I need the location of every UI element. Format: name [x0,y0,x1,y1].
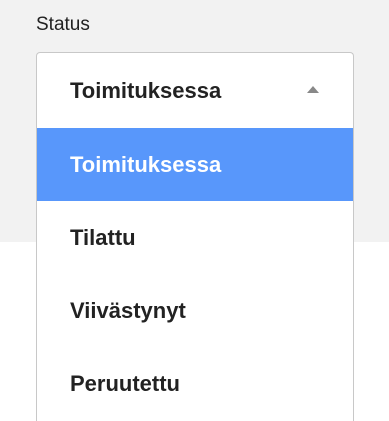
status-select-value: Toimituksessa [70,78,222,103]
option-peruutettu[interactable]: Peruutettu [37,347,353,420]
option-viivastynyt[interactable]: Viivästynyt [37,274,353,347]
option-toimituksessa[interactable]: Toimituksessa [37,128,353,201]
status-dropdown-list: Toimituksessa Tilattu Viivästynyt Peruut… [36,128,354,421]
caret-up-icon[interactable] [307,86,319,93]
status-label: Status [36,14,90,35]
status-select[interactable]: Toimituksessa [36,52,354,128]
page: Status Toimituksessa Toimituksessa Tilat… [0,0,389,421]
option-tilattu[interactable]: Tilattu [37,201,353,274]
